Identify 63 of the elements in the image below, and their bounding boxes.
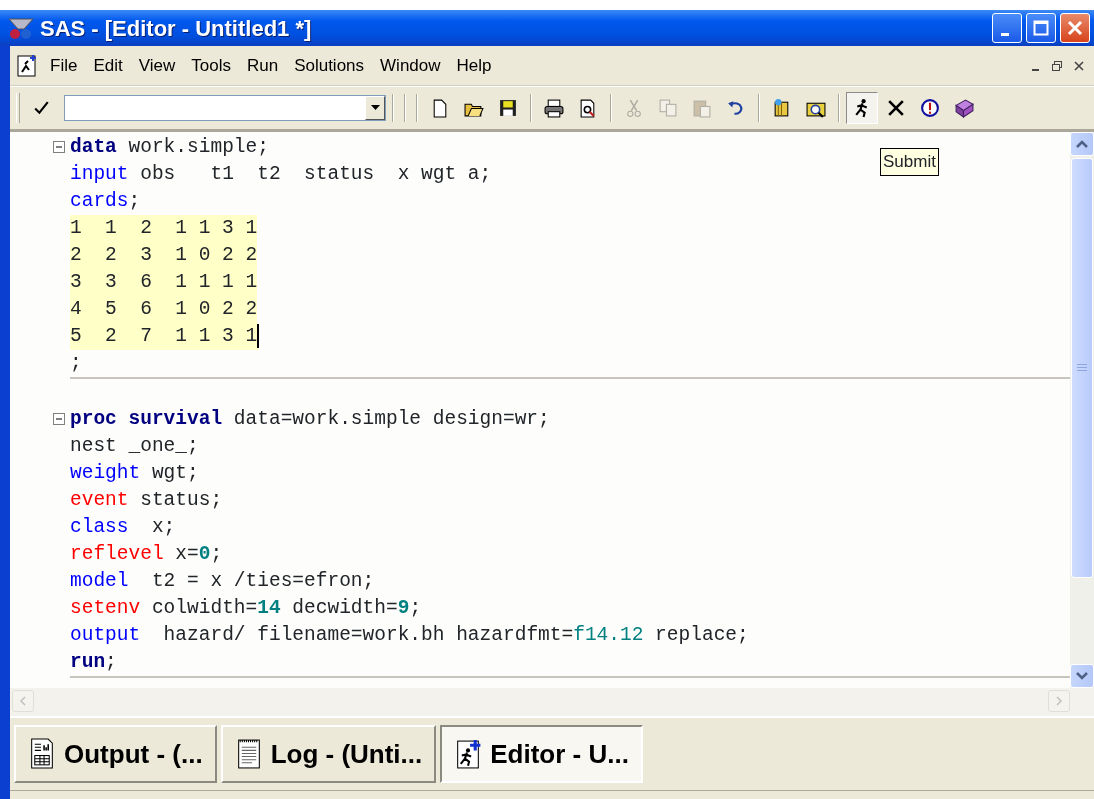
window-tab[interactable]: Output - (... (14, 725, 217, 783)
code-line: event status; (70, 488, 223, 513)
caret-icon (370, 105, 380, 111)
code-line: reflevel x=0; (70, 542, 223, 567)
menu-item[interactable]: Run (238, 52, 287, 79)
chevron-down-icon (1076, 672, 1088, 680)
minimize-button[interactable] (992, 13, 1022, 43)
code-line: run; (70, 650, 117, 675)
code-line: nest _one_; (70, 434, 199, 459)
minimize-icon (1031, 68, 1039, 71)
menu-item[interactable]: Help (448, 52, 500, 79)
save-icon (498, 98, 518, 118)
document-icon[interactable] (16, 53, 38, 78)
minus-box-icon (53, 413, 65, 425)
menu-item[interactable]: Edit (85, 52, 131, 79)
app-icon (6, 15, 36, 41)
scroll-up-button[interactable] (1070, 132, 1094, 156)
menu-item[interactable]: Tools (183, 52, 239, 79)
chevron-up-icon (1076, 140, 1088, 148)
minimize-icon (1001, 32, 1009, 36)
code-line: input obs t1 t2 status x wgt a; (70, 162, 492, 187)
window-tab[interactable]: Log - (Unti... (220, 725, 437, 783)
grip-icon (1077, 363, 1087, 373)
window-tab[interactable]: Editor - U... (440, 725, 643, 783)
scroll-down-button[interactable] (1070, 664, 1094, 688)
close-icon (1067, 20, 1083, 36)
code-line: model t2 = x /ties=efron; (70, 569, 375, 594)
close-button[interactable] (1060, 13, 1090, 43)
code-line: weight wgt; (70, 461, 199, 486)
close-icon (1074, 60, 1084, 71)
minus-box-icon (53, 141, 65, 153)
maximize-button[interactable] (1026, 13, 1056, 43)
code-line: ; (70, 351, 82, 376)
vertical-scrollbar[interactable] (1070, 132, 1094, 688)
command-field[interactable] (64, 95, 386, 121)
code-line: cards; (70, 189, 141, 214)
running-figure-document-icon (454, 738, 483, 770)
maximize-icon (1033, 20, 1049, 36)
toolbar-button[interactable] (846, 92, 878, 124)
scroll-thumb[interactable] (1071, 158, 1093, 578)
restore-icon (1051, 59, 1063, 72)
chevron-right-icon (1055, 696, 1063, 706)
menu-item[interactable]: File (42, 52, 86, 79)
code-line: class x; (70, 515, 176, 540)
paste-icon (692, 98, 712, 118)
code-line: output hazard/ filename=work.bh hazardfmt=f14.12 replace; (70, 623, 749, 648)
menu-item[interactable]: Solutions (286, 52, 373, 79)
printer-icon (544, 98, 564, 118)
code-line: setenv colwidth=14 decwidth=9; (70, 596, 422, 621)
chevron-left-icon (19, 696, 27, 706)
clear-icon (886, 98, 906, 118)
collapse-toggle[interactable] (53, 413, 65, 425)
menu-item[interactable]: Window (372, 52, 449, 79)
report-icon (28, 738, 56, 770)
exclamation-circle-icon (920, 98, 940, 118)
window-title: SAS - [Editor - Untitled1 *] (40, 14, 312, 43)
tooltip: Submit (880, 148, 939, 176)
scissors-icon (624, 98, 644, 118)
menu-item[interactable]: View (130, 52, 184, 79)
collapse-toggle[interactable] (53, 141, 65, 153)
copy-icon (658, 98, 678, 118)
code-line: data work.simple; (70, 135, 269, 160)
code-line: proc survival data=work.simple design=wr; (70, 407, 550, 432)
